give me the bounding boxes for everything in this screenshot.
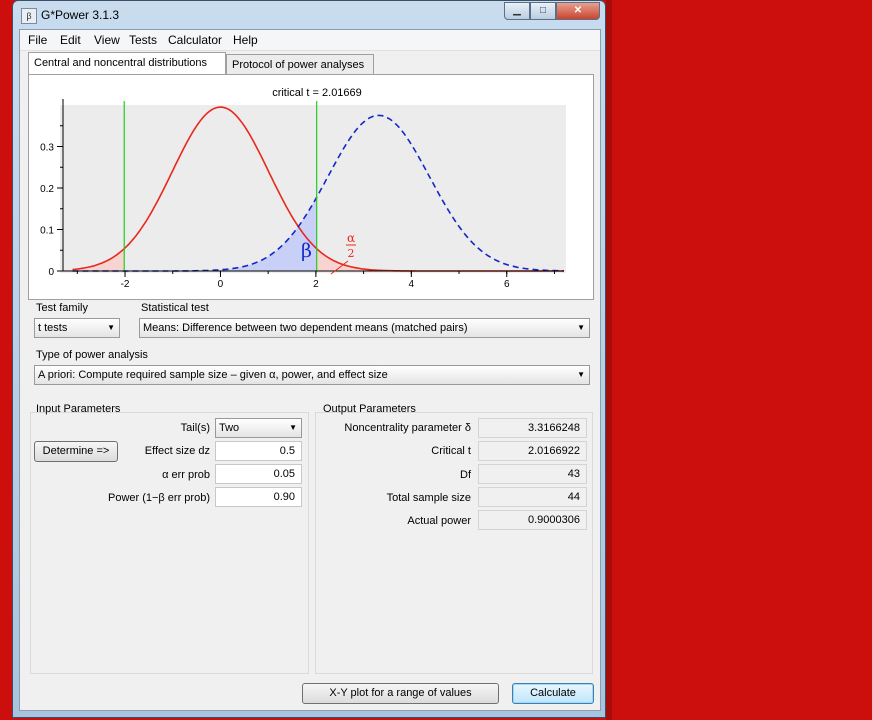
output-label: Total sample size	[386, 492, 471, 504]
x-tick-label: 4	[409, 279, 415, 290]
power-analysis-select[interactable]: A priori: Compute required sample size –…	[34, 365, 590, 385]
test-family-label: Test family	[36, 302, 88, 314]
tab-distributions[interactable]: Central and noncentral distributions	[28, 52, 226, 74]
y-tick-label: 0	[48, 267, 54, 278]
df-value: 43	[478, 464, 587, 484]
chevron-down-icon: ▼	[107, 323, 115, 332]
app-window: β G*Power 3.1.3 ▁ □ ✕ File Edit View Tes…	[12, 0, 606, 718]
client-area: File Edit View Tests Calculator Help Cen…	[19, 29, 601, 711]
menu-help[interactable]: Help	[233, 33, 258, 47]
title-bar[interactable]: β G*Power 3.1.3 ▁ □ ✕	[13, 1, 605, 29]
maximize-icon[interactable]: □	[530, 2, 556, 20]
output-label: Df	[460, 469, 471, 481]
distribution-panel: -2 0 2 4 6 0 0.1 0.2 0.3 critical t = 2.01669 β …	[28, 74, 594, 300]
actual-power-value: 0.9000306	[478, 510, 587, 530]
tab-protocol[interactable]: Protocol of power analyses	[226, 54, 374, 74]
statistical-test-value: Means: Difference between two dependent …	[143, 322, 468, 334]
alpha-denominator: 2	[348, 247, 355, 260]
determine-button[interactable]: Determine =>	[34, 441, 118, 462]
minimize-icon[interactable]: ▁	[504, 2, 530, 20]
total-sample-size-value: 44	[478, 487, 587, 507]
x-tick-label: 6	[504, 279, 510, 290]
menu-file[interactable]: File	[28, 33, 47, 47]
chevron-down-icon: ▼	[577, 370, 585, 379]
chevron-down-icon: ▼	[577, 323, 585, 332]
calculate-button[interactable]: Calculate	[512, 683, 594, 704]
menu-edit[interactable]: Edit	[60, 33, 81, 47]
power-label: Power (1−β err prob)	[107, 492, 210, 504]
chevron-down-icon: ▼	[289, 423, 297, 432]
statistical-test-select[interactable]: Means: Difference between two dependent …	[139, 318, 590, 338]
y-tick-label: 0.1	[40, 226, 54, 237]
input-parameters-header: Input Parameters	[36, 403, 121, 415]
menu-bar: File Edit View Tests Calculator Help	[20, 30, 600, 51]
power-analysis-label: Type of power analysis	[36, 349, 148, 361]
test-family-select[interactable]: t tests ▼	[34, 318, 120, 338]
app-icon: β	[21, 8, 37, 24]
alpha-err-label: α err prob	[162, 469, 210, 481]
window-title: G*Power 3.1.3	[41, 8, 120, 22]
noncentrality-value: 3.3166248	[478, 418, 587, 438]
menu-view[interactable]: View	[94, 33, 120, 47]
statistical-test-label: Statistical test	[141, 302, 209, 314]
tails-label: Tail(s)	[180, 422, 210, 434]
y-tick-label: 0.3	[40, 143, 54, 154]
output-label: Actual power	[407, 515, 471, 527]
output-label: Noncentrality parameter δ	[344, 422, 471, 434]
menu-tests[interactable]: Tests	[129, 33, 157, 47]
x-tick-label: -2	[121, 279, 130, 290]
menu-calculator[interactable]: Calculator	[168, 33, 222, 47]
tails-select[interactable]: Two ▼	[215, 418, 302, 438]
alpha-label: α	[347, 231, 355, 245]
y-tick-label: 0.2	[40, 184, 54, 195]
close-icon[interactable]: ✕	[556, 2, 600, 20]
x-tick-label: 0	[218, 279, 224, 290]
distribution-plot: -2 0 2 4 600.10.20.3 critical t = 2.01669 β …	[40, 87, 566, 290]
power-input[interactable]: 0.90	[215, 487, 302, 507]
output-label: Critical t	[431, 445, 471, 457]
window-shadow	[606, 0, 612, 720]
power-analysis-value: A priori: Compute required sample size –…	[38, 369, 388, 381]
tails-value: Two	[219, 422, 240, 434]
xy-plot-button[interactable]: X-Y plot for a range of values	[302, 683, 499, 704]
effect-size-input[interactable]: 0.5	[215, 441, 302, 461]
output-parameters-header: Output Parameters	[323, 403, 416, 415]
effect-size-label: Effect size dz	[144, 445, 210, 457]
beta-label: β	[301, 240, 312, 262]
critical-t-value: 2.0166922	[478, 441, 587, 461]
test-family-value: t tests	[38, 322, 68, 334]
x-tick-label: 2	[313, 279, 319, 290]
alpha-err-input[interactable]: 0.05	[215, 464, 302, 484]
critical-t-label: critical t = 2.01669	[272, 87, 362, 99]
